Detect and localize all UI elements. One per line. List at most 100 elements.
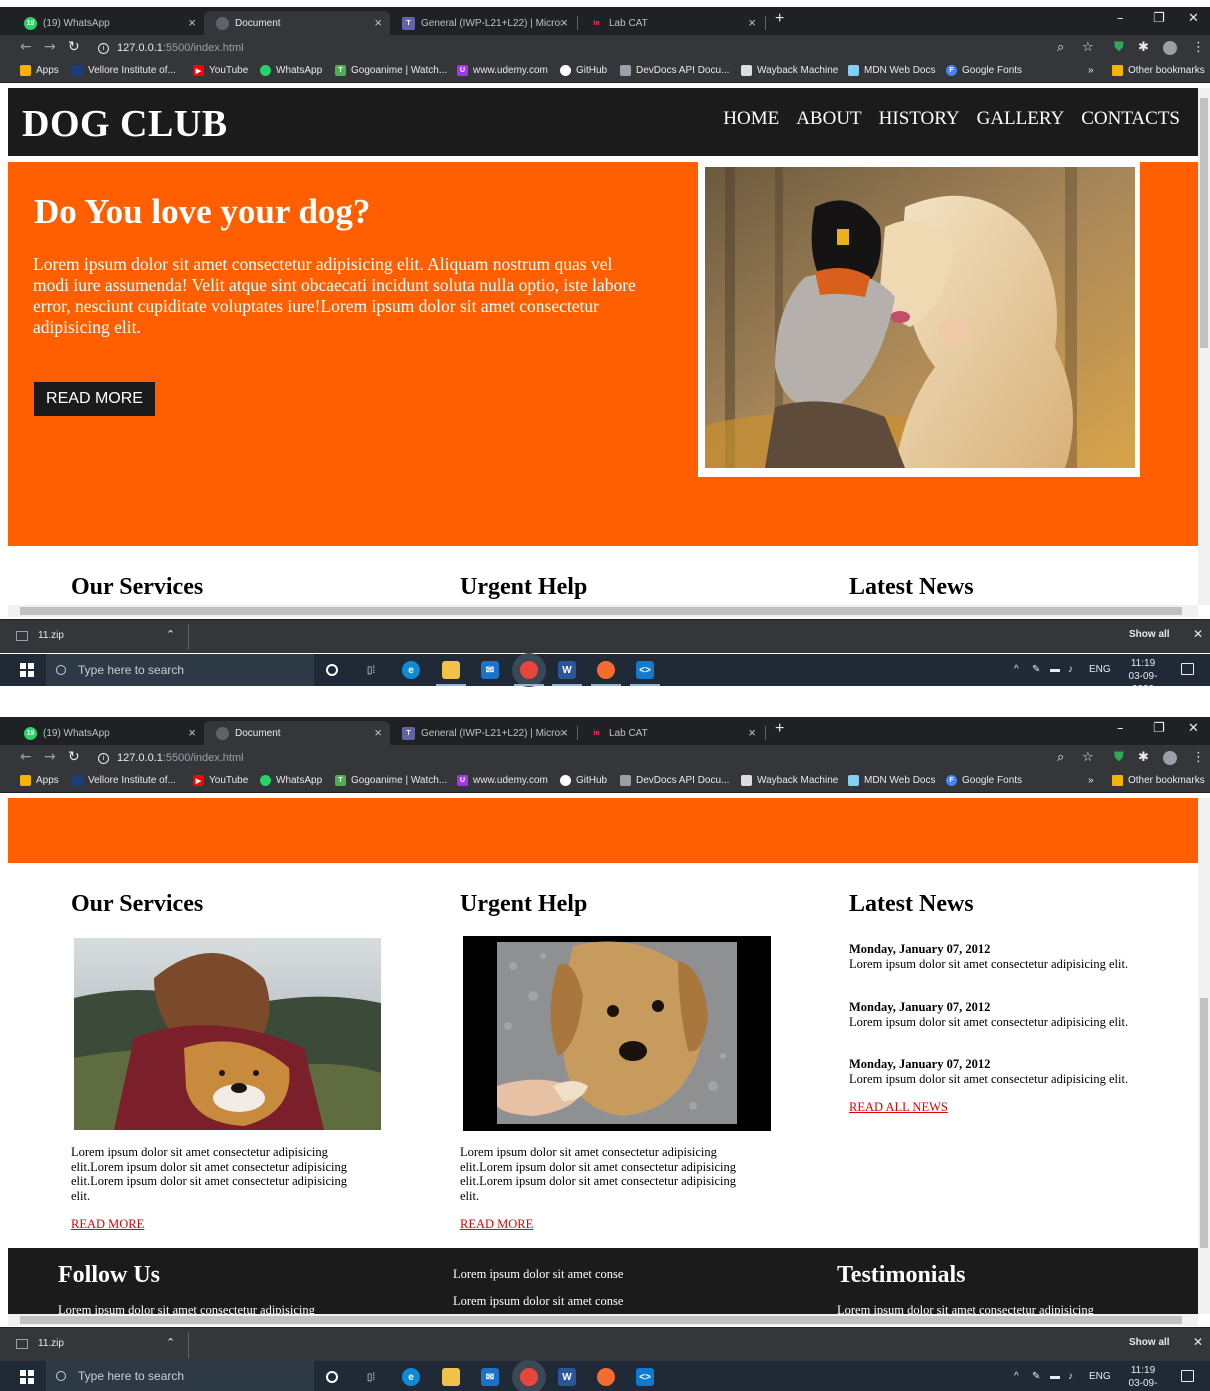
new-tab-button[interactable]: +	[775, 720, 784, 738]
forward-icon[interactable]: →	[44, 749, 56, 765]
close-icon[interactable]: ×	[374, 725, 382, 740]
bookmark-youtube[interactable]: ▶ YouTube	[193, 65, 248, 76]
bookmark-mdn[interactable]: MDN Web Docs	[848, 65, 936, 76]
nav-history[interactable]: HISTORY	[879, 108, 960, 130]
close-icon[interactable]: ×	[560, 15, 568, 30]
horizontal-scrollbar[interactable]	[8, 1314, 1198, 1326]
notification-icon[interactable]	[1181, 663, 1194, 675]
minimize-icon[interactable]: –	[1117, 721, 1124, 736]
volume-icon[interactable]: ♪	[1068, 664, 1073, 675]
new-tab-button[interactable]: +	[775, 10, 784, 28]
bookmark-apps[interactable]: Apps	[20, 65, 59, 76]
bookmark-google-fonts[interactable]: F Google Fonts	[946, 775, 1022, 786]
bookmark-wayback[interactable]: Wayback Machine	[741, 775, 838, 786]
edge-icon[interactable]: e	[402, 661, 420, 679]
read-all-news-link[interactable]: READ ALL NEWS	[849, 1100, 948, 1115]
urgent-help-read-more-link[interactable]: READ MORE	[460, 1217, 533, 1232]
reload-icon[interactable]: ↻	[68, 39, 80, 55]
windows-start-icon[interactable]	[20, 1370, 34, 1384]
shield-extension-icon[interactable]: ⛊	[1114, 750, 1124, 765]
address-bar[interactable]: i 127.0.0.1:5500/index.html	[92, 38, 1102, 58]
notification-icon[interactable]	[1181, 1370, 1194, 1382]
restore-icon[interactable]: ❐	[1153, 11, 1165, 26]
bookmark-vit[interactable]: Vellore Institute of...	[72, 775, 176, 786]
bookmark-devdocs[interactable]: DevDocs API Docu...	[620, 65, 729, 76]
mail-icon[interactable]: ✉	[481, 1368, 499, 1386]
pen-icon[interactable]: ✎	[1032, 664, 1040, 675]
avatar[interactable]	[1163, 751, 1177, 765]
bookmark-udemy[interactable]: Uwww.udemy.com	[457, 65, 548, 76]
windows-start-icon[interactable]	[20, 663, 34, 677]
tab-teams[interactable]: T General (IWP-L21+L22) | Microso ×	[390, 721, 576, 745]
close-icon[interactable]: ×	[748, 725, 756, 740]
more-bookmarks-button[interactable]: »	[1088, 775, 1094, 786]
scrollbar-thumb[interactable]	[1200, 98, 1208, 348]
close-icon[interactable]: ×	[188, 15, 196, 30]
close-icon[interactable]: ×	[374, 15, 382, 30]
chevron-up-icon[interactable]: ⌃	[166, 1336, 175, 1349]
other-bookmarks[interactable]: Other bookmarks	[1112, 65, 1205, 76]
close-window-icon[interactable]: ✕	[1188, 11, 1199, 26]
tray-chevron-icon[interactable]: ^	[1014, 1371, 1019, 1382]
cortana-icon[interactable]	[326, 1371, 338, 1383]
vscode-icon[interactable]: <>	[636, 1368, 654, 1386]
word-icon[interactable]: W	[558, 1368, 576, 1386]
close-icon[interactable]: ✕	[1193, 627, 1203, 641]
menu-icon[interactable]: ⋮	[1192, 40, 1205, 55]
forward-icon[interactable]: →	[44, 39, 56, 55]
bookmark-gogoanime[interactable]: T Gogoanime | Watch...	[335, 65, 447, 76]
back-icon[interactable]: ←	[20, 39, 32, 55]
bookmark-github[interactable]: GitHub	[560, 65, 607, 76]
info-icon[interactable]: i	[98, 752, 109, 764]
tab-document[interactable]: Document ×	[204, 721, 390, 745]
minimize-icon[interactable]: –	[1117, 11, 1124, 26]
services-read-more-link[interactable]: READ MORE	[71, 1217, 144, 1232]
close-icon[interactable]: ✕	[1193, 1335, 1203, 1349]
bookmark-whatsapp[interactable]: WhatsApp	[260, 65, 322, 76]
chrome-icon[interactable]	[514, 661, 544, 686]
bookmark-whatsapp[interactable]: WhatsApp	[260, 775, 322, 786]
back-icon[interactable]: ←	[20, 749, 32, 765]
vscode-icon[interactable]: <>	[630, 661, 660, 686]
mail-icon[interactable]: ✉	[481, 661, 499, 679]
tray-chevron-icon[interactable]: ^	[1014, 664, 1019, 675]
close-window-icon[interactable]: ✕	[1188, 721, 1199, 736]
battery-icon[interactable]: ▬	[1050, 664, 1060, 675]
bookmark-vit[interactable]: Vellore Institute of...	[72, 65, 176, 76]
bookmark-apps[interactable]: Apps	[20, 775, 59, 786]
edge-icon[interactable]: e	[402, 1368, 420, 1386]
taskbar-search-input[interactable]: Type here to search	[46, 654, 314, 686]
zoom-icon[interactable]: ⌕	[1057, 40, 1064, 55]
tab-document[interactable]: Document ×	[204, 11, 390, 35]
origin-icon[interactable]	[591, 661, 621, 686]
nav-contacts[interactable]: CONTACTS	[1081, 108, 1180, 130]
chrome-icon[interactable]	[520, 1368, 538, 1386]
reload-icon[interactable]: ↻	[68, 749, 80, 765]
language-indicator[interactable]: ENG	[1089, 1371, 1111, 1382]
scrollbar-thumb[interactable]	[20, 607, 1182, 615]
scrollbar-thumb[interactable]	[1200, 998, 1208, 1248]
read-more-button[interactable]: READ MORE	[34, 382, 155, 416]
close-icon[interactable]: ×	[560, 725, 568, 740]
extensions-icon[interactable]: ✱	[1138, 750, 1149, 765]
address-bar[interactable]: i 127.0.0.1:5500/index.html	[92, 748, 1102, 768]
nav-gallery[interactable]: GALLERY	[977, 108, 1065, 130]
close-icon[interactable]: ×	[748, 15, 756, 30]
origin-icon[interactable]	[597, 1368, 615, 1386]
restore-icon[interactable]: ❐	[1153, 721, 1165, 736]
bookmark-devdocs[interactable]: DevDocs API Docu...	[620, 775, 729, 786]
clock[interactable]: 11:19 03-09-2020	[1118, 657, 1168, 688]
other-bookmarks[interactable]: Other bookmarks	[1112, 775, 1205, 786]
language-indicator[interactable]: ENG	[1089, 664, 1111, 675]
vertical-scrollbar[interactable]	[1198, 88, 1210, 605]
volume-icon[interactable]: ♪	[1068, 1371, 1073, 1382]
shield-extension-icon[interactable]: ⛊	[1114, 40, 1124, 55]
tab-teams[interactable]: T General (IWP-L21+L22) | Microso ×	[390, 11, 576, 35]
site-logo[interactable]: DOG CLUB	[22, 102, 228, 146]
show-all-button[interactable]: Show all	[1129, 629, 1170, 640]
close-icon[interactable]: ×	[188, 725, 196, 740]
vertical-scrollbar[interactable]	[1198, 798, 1210, 1314]
task-view-icon[interactable]: ▯⁞	[362, 1368, 380, 1386]
chevron-up-icon[interactable]: ⌃	[166, 628, 175, 641]
tab-lab-cat[interactable]: in Lab CAT ×	[578, 721, 764, 745]
